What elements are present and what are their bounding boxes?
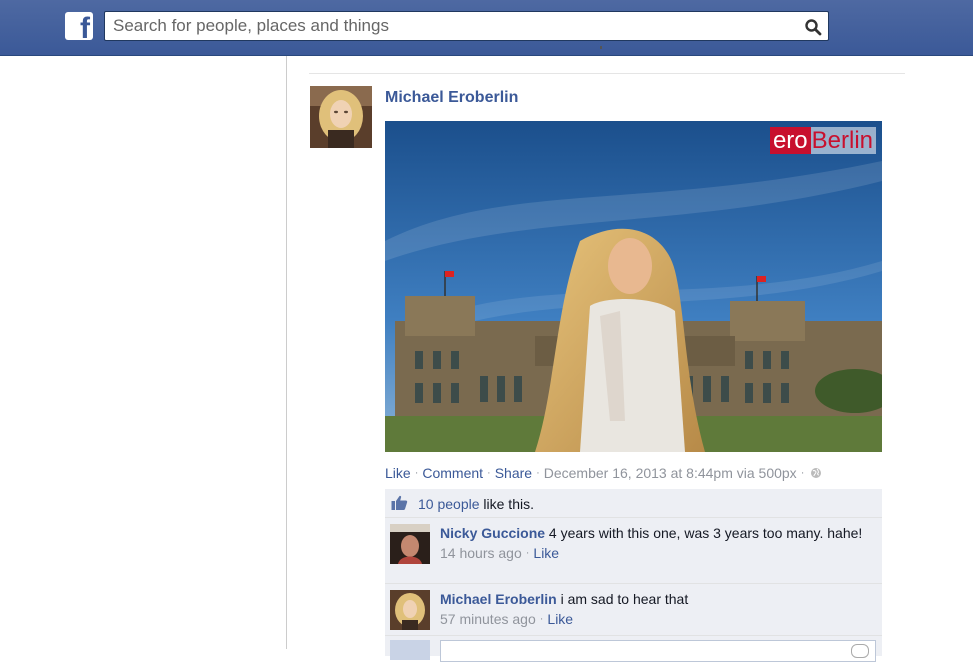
comment-item: Nicky Guccione 4 years with this one, wa… — [385, 518, 882, 584]
comment-like-link[interactable]: Like — [547, 611, 573, 627]
post-timestamp[interactable]: December 16, 2013 at 8:44pm via 500px — [544, 465, 797, 481]
truncated-mark — [600, 46, 602, 49]
camera-icon[interactable] — [851, 644, 869, 658]
feedback-panel: 10 people like this. Nicky Guccione 4 ye… — [385, 489, 882, 662]
likes-summary: 10 people like this. — [385, 489, 882, 518]
share-link[interactable]: Share — [495, 465, 532, 481]
post-author-name[interactable]: Michael Eroberlin — [385, 89, 518, 107]
comment-link[interactable]: Comment — [422, 465, 483, 481]
comment-time[interactable]: 57 minutes ago — [440, 611, 536, 627]
likes-suffix: like this. — [479, 496, 534, 512]
thumbs-up-icon — [391, 495, 408, 510]
comment-text: 4 years with this one, was 3 years too m… — [545, 525, 863, 541]
comment-text: i am sad to hear that — [556, 591, 689, 607]
facebook-f-icon[interactable]: f — [65, 12, 93, 40]
commenter-avatar[interactable] — [390, 590, 430, 630]
commenter-avatar[interactable] — [390, 524, 430, 564]
post-photo[interactable]: ero Berlin — [385, 121, 882, 452]
commenter-name[interactable]: Michael Eroberlin — [440, 591, 557, 607]
search-box — [104, 11, 829, 41]
commenter-name[interactable]: Nicky Guccione — [440, 525, 545, 541]
comment-time[interactable]: 14 hours ago — [440, 545, 522, 561]
like-link[interactable]: Like — [385, 465, 411, 481]
author-avatar[interactable] — [310, 86, 372, 148]
post-actions-bar: Like · Comment · Share · December 16, 2013 at … — [385, 465, 822, 481]
comment-input[interactable] — [441, 641, 849, 659]
reply-row — [385, 636, 882, 662]
left-column-divider — [286, 56, 287, 649]
comment-item: Michael Eroberlin i am sad to hear that … — [385, 584, 882, 636]
story-separator — [309, 73, 905, 74]
reply-box — [440, 640, 876, 662]
comment-like-link[interactable]: Like — [533, 545, 559, 561]
photo-watermark: ero Berlin — [769, 127, 876, 154]
viewer-avatar — [390, 640, 430, 660]
likes-count-link[interactable]: 10 people — [418, 496, 480, 512]
top-bar: f — [0, 0, 973, 56]
globe-icon[interactable] — [810, 467, 822, 479]
magnifier-icon[interactable] — [804, 18, 822, 36]
search-input[interactable] — [105, 12, 801, 40]
